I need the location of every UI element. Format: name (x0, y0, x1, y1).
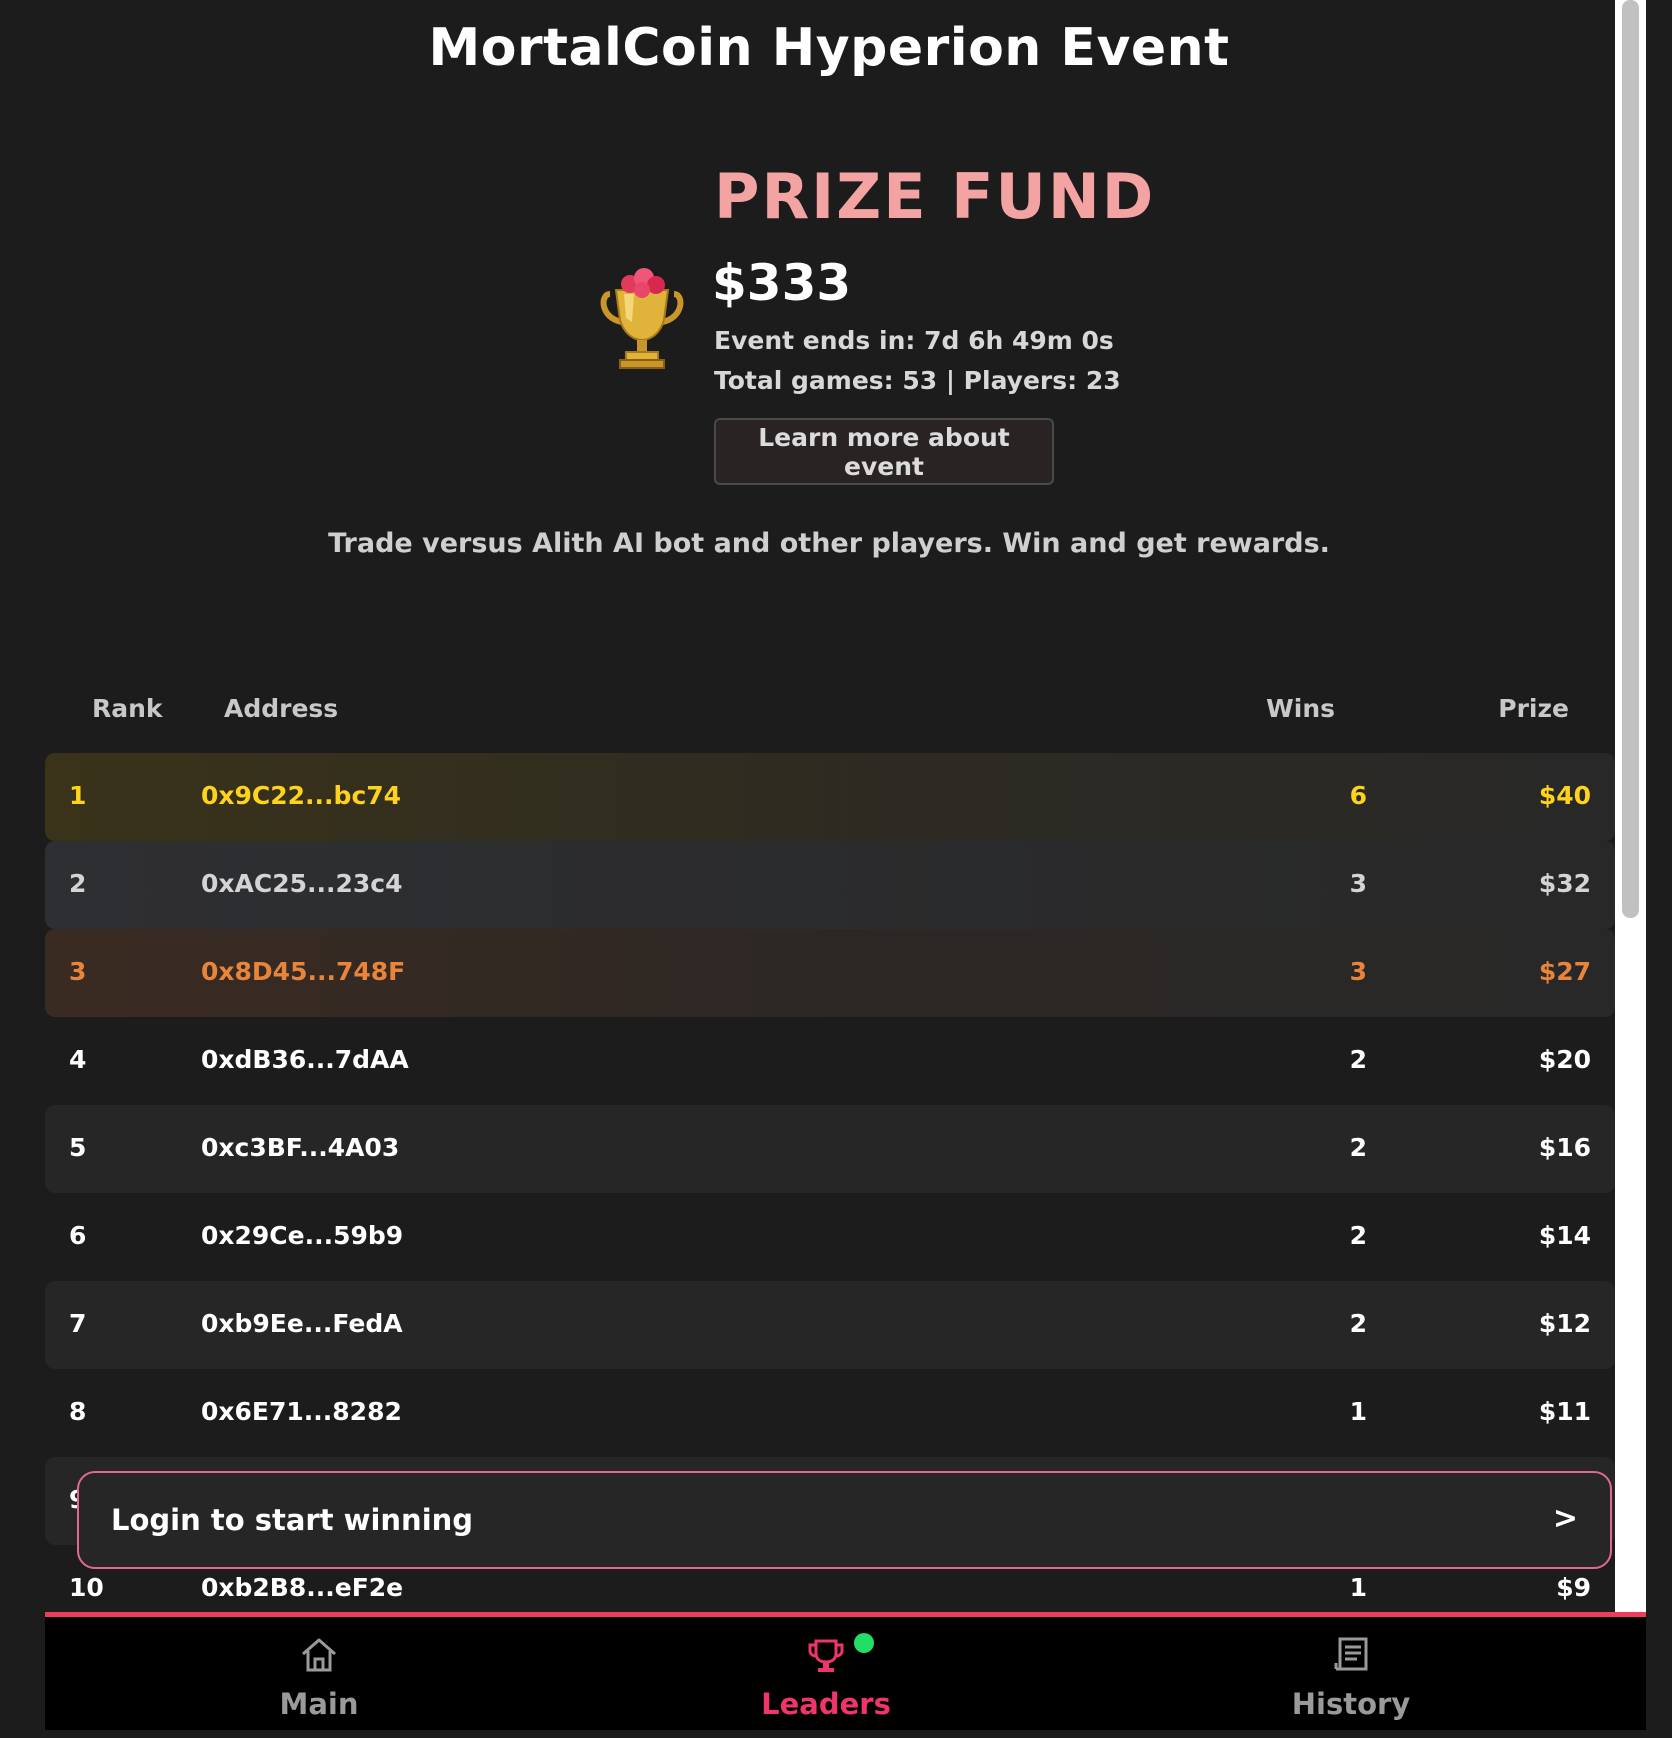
table-row: 1 0x9C22...bc74 6 $40 (45, 753, 1615, 841)
bottom-nav: Main Leaders History (45, 1612, 1646, 1730)
prize-cell: $16 (1538, 1133, 1591, 1162)
nav-item-main[interactable]: Main (169, 1617, 469, 1730)
prize-cell: $27 (1538, 957, 1591, 986)
leaderboard-header: Rank Address Wins Prize (45, 690, 1615, 730)
wins-cell: 2 (1349, 1221, 1367, 1250)
wins-cell: 2 (1349, 1133, 1367, 1162)
nav-label-leaders: Leaders (761, 1687, 891, 1721)
column-header-wins: Wins (1266, 694, 1335, 723)
prize-amount: $333 (712, 254, 852, 312)
rank-cell: 7 (69, 1309, 87, 1338)
address-cell: 0x6E71...8282 (201, 1397, 402, 1426)
address-cell: 0x29Ce...59b9 (201, 1221, 404, 1250)
table-row: 8 0x6E71...8282 1 $11 (45, 1369, 1615, 1457)
column-header-prize: Prize (1498, 694, 1569, 723)
address-cell: 0xdB36...7dAA (201, 1045, 409, 1074)
nav-item-history[interactable]: History (1201, 1617, 1501, 1730)
trophy-icon (808, 1639, 844, 1672)
rank-cell: 5 (69, 1133, 87, 1162)
wins-cell: 1 (1349, 1573, 1367, 1602)
nav-label-history: History (1291, 1687, 1411, 1721)
wins-cell: 6 (1349, 781, 1367, 810)
chevron-right-icon: > (1552, 1501, 1578, 1536)
live-indicator-dot (854, 1633, 874, 1653)
rank-cell: 6 (69, 1221, 87, 1250)
scrollbar-thumb[interactable] (1622, 0, 1639, 918)
rank-cell: 8 (69, 1397, 87, 1426)
address-cell: 0xc3BF...4A03 (201, 1133, 400, 1162)
address-cell: 0x9C22...bc74 (201, 781, 402, 810)
nav-item-leaders[interactable]: Leaders (676, 1617, 976, 1730)
table-row: 5 0xc3BF...4A03 2 $16 (45, 1105, 1615, 1193)
trophy-icon (600, 268, 684, 369)
prize-fund-heading: PRIZE FUND (714, 160, 1156, 233)
wins-cell: 3 (1349, 957, 1367, 986)
leaderboard-page: MortalCoin Hyperion Event PRIZE FUND $33… (0, 0, 1672, 1738)
event-tagline: Trade versus Alith AI bot and other play… (328, 528, 1330, 559)
nav-label-main: Main (279, 1687, 359, 1721)
column-header-rank: Rank (92, 694, 163, 723)
rank-cell: 4 (69, 1045, 87, 1074)
prize-cell: $32 (1538, 869, 1591, 898)
prize-cell: $14 (1538, 1221, 1591, 1250)
address-cell: 0xb2B8...eF2e (201, 1573, 404, 1602)
home-icon (302, 1638, 336, 1672)
table-row: 3 0x8D45...748F 3 $27 (45, 929, 1615, 1017)
address-cell: 0xb9Ee...FedA (201, 1309, 403, 1338)
address-cell: 0xAC25...23c4 (201, 869, 403, 898)
wins-cell: 3 (1349, 869, 1367, 898)
learn-more-button[interactable]: Learn more about event (714, 418, 1054, 485)
prize-cell: $11 (1538, 1397, 1591, 1426)
rank-cell: 10 (69, 1573, 104, 1602)
document-icon (1334, 1637, 1368, 1671)
wins-cell: 2 (1349, 1045, 1367, 1074)
wins-cell: 1 (1349, 1397, 1367, 1426)
prize-cell: $20 (1538, 1045, 1591, 1074)
table-row: 2 0xAC25...23c4 3 $32 (45, 841, 1615, 929)
page-title: MortalCoin Hyperion Event (428, 18, 1230, 78)
wins-cell: 2 (1349, 1309, 1367, 1338)
table-row: 7 0xb9Ee...FedA 2 $12 (45, 1281, 1615, 1369)
address-cell: 0x8D45...748F (201, 957, 406, 986)
event-countdown: Event ends in: 7d 6h 49m 0s (714, 326, 1114, 355)
rank-cell: 3 (69, 957, 87, 986)
prize-cell: $9 (1556, 1573, 1591, 1602)
prize-cell: $40 (1538, 781, 1591, 810)
table-row: 6 0x29Ce...59b9 2 $14 (45, 1193, 1615, 1281)
rank-cell: 1 (69, 781, 87, 810)
event-stats: Total games: 53 | Players: 23 (714, 366, 1121, 395)
login-banner-label: Login to start winning (111, 1503, 474, 1537)
column-header-address: Address (224, 694, 339, 723)
prize-cell: $12 (1538, 1309, 1591, 1338)
rank-cell: 2 (69, 869, 87, 898)
login-banner[interactable]: Login to start winning > (77, 1471, 1612, 1569)
table-row: 4 0xdB36...7dAA 2 $20 (45, 1017, 1615, 1105)
